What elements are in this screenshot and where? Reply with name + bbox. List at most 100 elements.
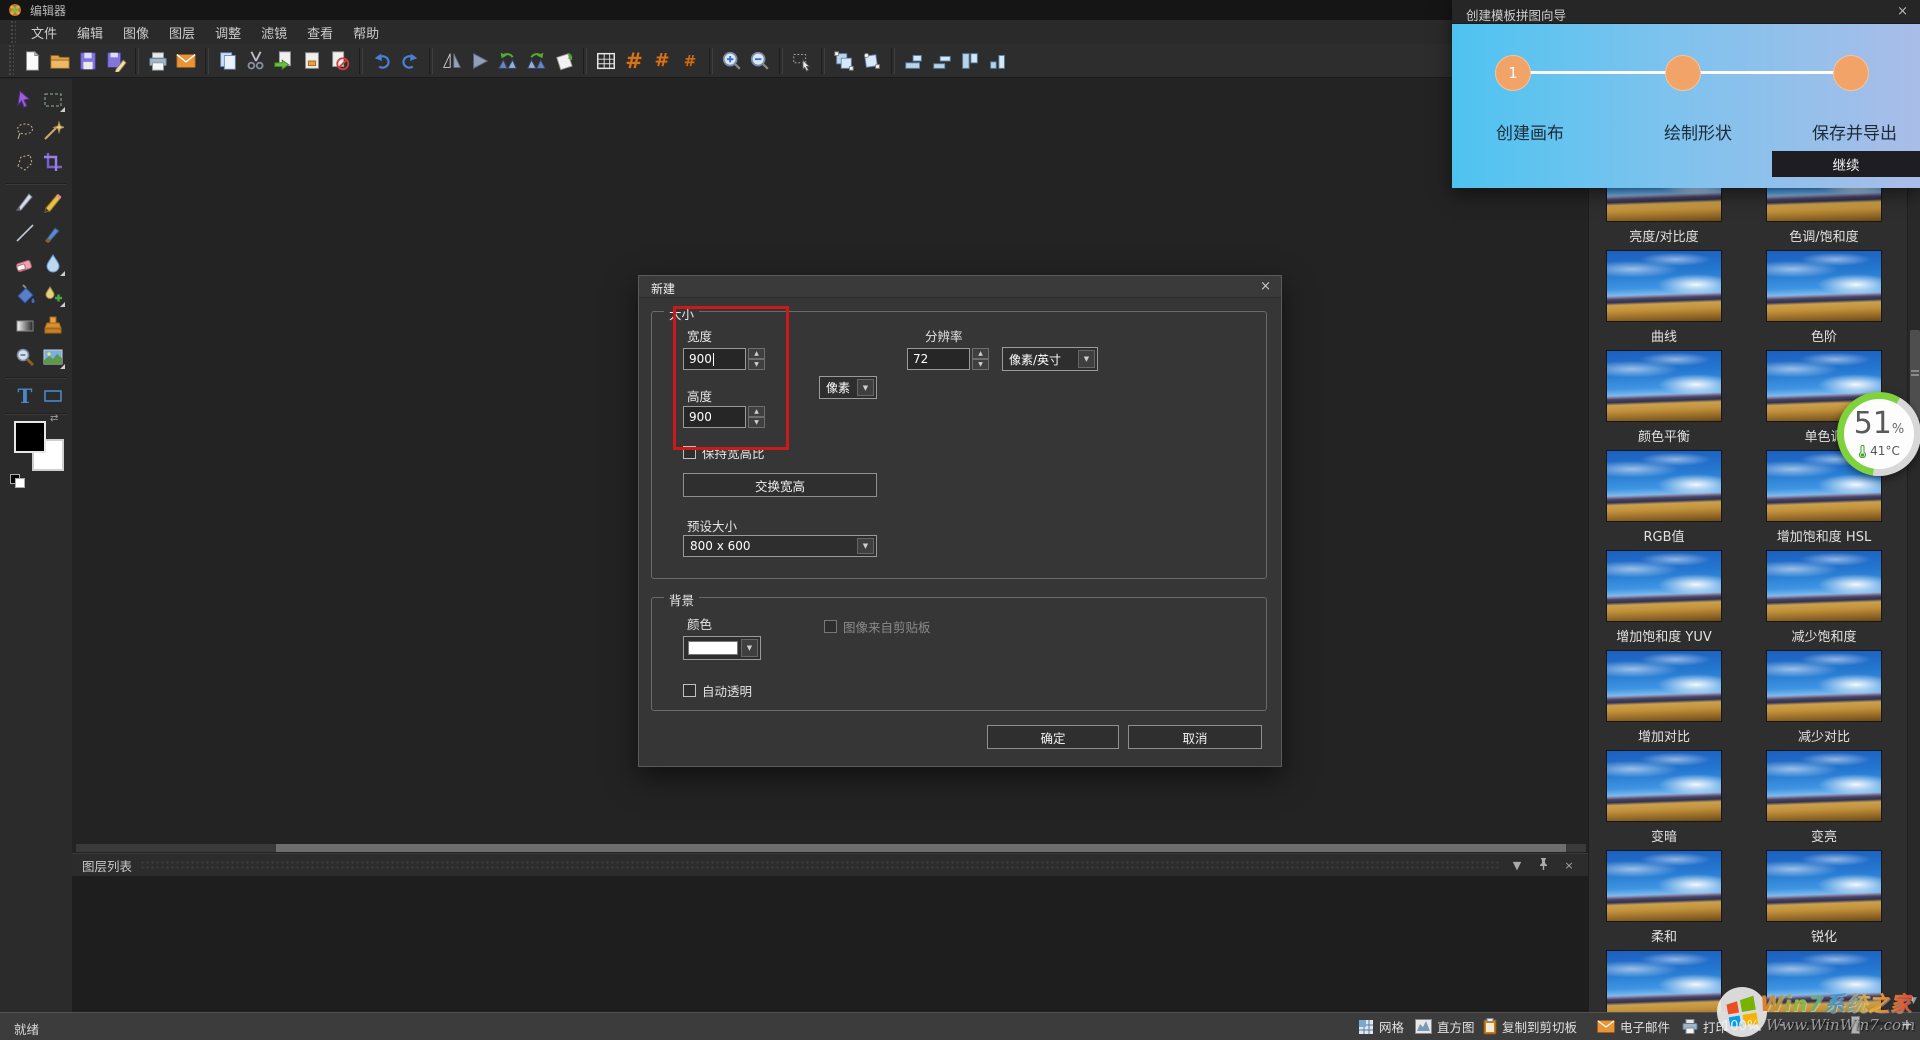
move-tool-icon[interactable] bbox=[12, 87, 38, 113]
dialog-close-icon[interactable]: × bbox=[1260, 279, 1271, 294]
size-unit-dropdown[interactable]: 像素 bbox=[819, 376, 877, 399]
menu-help[interactable]: 帮助 bbox=[344, 21, 388, 44]
preset-thumbnail[interactable] bbox=[1766, 750, 1882, 822]
knife-tool-icon[interactable] bbox=[12, 189, 38, 215]
preset-thumbnail[interactable] bbox=[1606, 850, 1722, 922]
align-columns-icon[interactable] bbox=[957, 48, 983, 74]
preset-item[interactable]: 变暗 bbox=[1606, 750, 1722, 845]
preset-thumbnail[interactable] bbox=[1606, 950, 1722, 1012]
preset-item[interactable]: 变亮 bbox=[1766, 750, 1882, 845]
flip-vertical-icon[interactable] bbox=[467, 48, 493, 74]
grid-icon[interactable] bbox=[593, 48, 619, 74]
collage-large-icon[interactable]: # bbox=[621, 48, 647, 74]
swap-colors-icon[interactable]: ⇄ bbox=[50, 413, 58, 424]
menu-file[interactable]: 文件 bbox=[22, 21, 66, 44]
magic-wand-tool-icon[interactable] bbox=[40, 118, 66, 144]
new-icon[interactable] bbox=[19, 48, 45, 74]
blur-tool-icon[interactable] bbox=[40, 251, 66, 277]
status-clipboard-button[interactable]: 复制到剪切板 bbox=[1483, 1017, 1577, 1036]
preset-thumbnail[interactable] bbox=[1606, 750, 1722, 822]
save-icon[interactable] bbox=[75, 48, 101, 74]
preset-item[interactable]: 柔和 bbox=[1606, 850, 1722, 945]
cancel-button[interactable]: 取消 bbox=[1128, 725, 1262, 749]
swap-size-button[interactable]: 交换宽高 bbox=[683, 473, 877, 497]
preset-item[interactable]: 色阶 bbox=[1766, 250, 1882, 345]
free-rotate-icon[interactable] bbox=[551, 48, 577, 74]
save-as-icon[interactable] bbox=[103, 48, 129, 74]
preset-item[interactable]: 增加饱和度 YUV bbox=[1606, 550, 1722, 645]
undo-icon[interactable] bbox=[369, 48, 395, 74]
status-email-button[interactable]: 电子邮件 bbox=[1597, 1017, 1670, 1036]
brush-tool-icon[interactable] bbox=[40, 220, 66, 246]
preset-size-dropdown[interactable]: 800 x 600 bbox=[683, 535, 877, 557]
copy-icon[interactable] bbox=[215, 48, 241, 74]
fill-tool-icon[interactable] bbox=[12, 282, 38, 308]
preset-item[interactable]: 减少饱和度 bbox=[1766, 550, 1882, 645]
zoom-out-icon[interactable] bbox=[747, 48, 773, 74]
rect-select-tool-icon[interactable] bbox=[40, 87, 66, 113]
preset-thumbnail[interactable] bbox=[1606, 250, 1722, 322]
clone-stamp-tool-icon[interactable] bbox=[40, 313, 66, 339]
dodge-tool-icon[interactable] bbox=[12, 344, 38, 370]
layers-collapse-icon[interactable]: ▼ bbox=[1508, 859, 1526, 872]
paste-as-new-icon[interactable] bbox=[299, 48, 325, 74]
menu-view[interactable]: 查看 bbox=[298, 21, 342, 44]
email-icon[interactable] bbox=[173, 48, 199, 74]
transform-icon[interactable] bbox=[831, 48, 857, 74]
gradient-tool-icon[interactable] bbox=[12, 313, 38, 339]
crop-tool-icon[interactable] bbox=[40, 149, 66, 175]
preset-thumbnail[interactable] bbox=[1606, 350, 1722, 422]
preset-item[interactable]: 增加对比 bbox=[1606, 650, 1722, 745]
preset-item[interactable]: 曲线 bbox=[1606, 250, 1722, 345]
cut-icon[interactable] bbox=[243, 48, 269, 74]
polygon-select-tool-icon[interactable] bbox=[12, 149, 38, 175]
redo-icon[interactable] bbox=[397, 48, 423, 74]
clipboard-image-checkbox[interactable]: 图像来自剪贴板 bbox=[824, 617, 931, 636]
rotate-left-icon[interactable] bbox=[495, 48, 521, 74]
preset-thumbnail[interactable] bbox=[1606, 650, 1722, 722]
eraser-tool-icon[interactable] bbox=[12, 251, 38, 277]
default-colors-icon[interactable] bbox=[10, 471, 23, 484]
delete-icon[interactable] bbox=[327, 48, 353, 74]
paste-icon[interactable] bbox=[271, 48, 297, 74]
wizard-close-icon[interactable]: × bbox=[1897, 4, 1908, 19]
text-tool-icon[interactable]: T bbox=[12, 383, 38, 409]
background-color-dropdown[interactable]: ▼ bbox=[683, 636, 761, 660]
hscroll-thumb[interactable] bbox=[276, 844, 1566, 852]
preset-item[interactable]: RGB值 bbox=[1606, 450, 1722, 545]
preset-item[interactable]: 颜色平衡 bbox=[1606, 350, 1722, 445]
preset-thumbnail[interactable] bbox=[1766, 650, 1882, 722]
menu-filter[interactable]: 滤镜 bbox=[252, 21, 296, 44]
layers-pin-icon[interactable] bbox=[1534, 857, 1552, 873]
preset-thumbnail[interactable] bbox=[1766, 550, 1882, 622]
collage-small-icon[interactable]: # bbox=[677, 48, 703, 74]
menu-edit[interactable]: 编辑 bbox=[68, 21, 112, 44]
resolution-unit-dropdown[interactable]: 像素/英寸 bbox=[1002, 347, 1098, 371]
align-bottom-icon[interactable] bbox=[901, 48, 927, 74]
flip-horizontal-icon[interactable] bbox=[439, 48, 465, 74]
transform-handles-icon[interactable] bbox=[859, 48, 885, 74]
preset-thumbnail[interactable] bbox=[1606, 550, 1722, 622]
resolution-spinner[interactable] bbox=[972, 348, 989, 370]
color-replace-tool-icon[interactable] bbox=[40, 282, 66, 308]
print-icon[interactable] bbox=[145, 48, 171, 74]
preset-item[interactable]: 锐化 bbox=[1766, 850, 1882, 945]
preset-thumbnail[interactable] bbox=[1606, 450, 1722, 522]
shape-rect-tool-icon[interactable] bbox=[40, 383, 66, 409]
wizard-continue-button[interactable]: 继续 bbox=[1772, 151, 1920, 177]
wizard-title-bar[interactable]: 创建模板拼图向导 × bbox=[1452, 0, 1920, 24]
collage-medium-icon[interactable]: # bbox=[649, 48, 675, 74]
align-bars-icon[interactable] bbox=[985, 48, 1011, 74]
layers-close-icon[interactable]: × bbox=[1560, 859, 1578, 872]
preset-item[interactable]: 减少对比 bbox=[1766, 650, 1882, 745]
status-histogram-button[interactable]: 直方图 bbox=[1415, 1017, 1475, 1036]
zoom-minus-button[interactable]: - bbox=[1779, 1017, 1784, 1033]
align-step-icon[interactable] bbox=[929, 48, 955, 74]
preset-thumbnail[interactable] bbox=[1766, 850, 1882, 922]
system-monitor-widget[interactable]: 51% 41°C bbox=[1837, 392, 1920, 476]
resolution-input[interactable]: 72 bbox=[907, 348, 970, 370]
layers-panel-header[interactable]: 图层列表 ▼ × bbox=[72, 854, 1588, 876]
auto-transparent-checkbox[interactable]: 自动透明 bbox=[683, 681, 752, 700]
foreground-color-swatch[interactable] bbox=[14, 421, 46, 453]
open-icon[interactable] bbox=[47, 48, 73, 74]
